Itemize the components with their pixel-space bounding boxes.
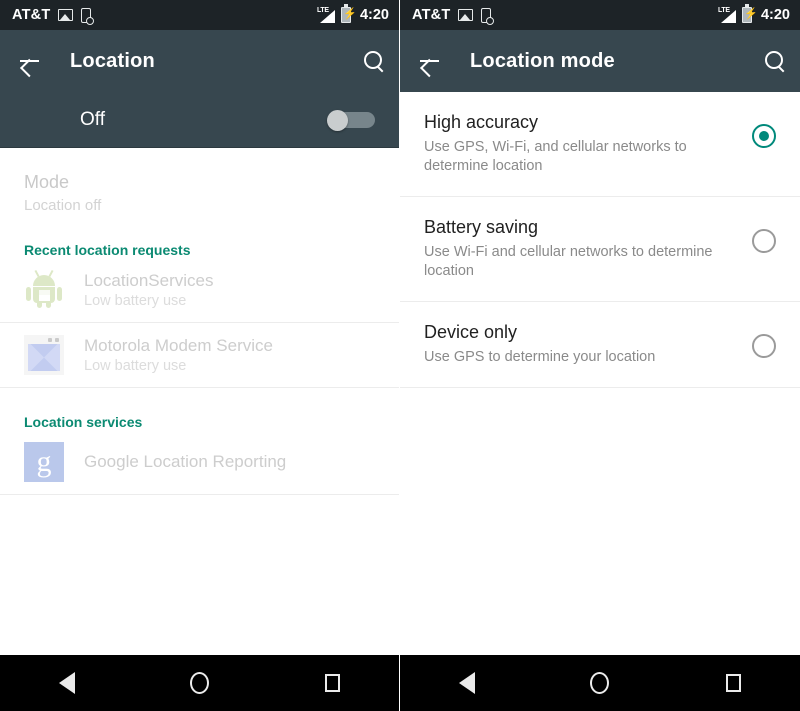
back-arrow-icon[interactable]	[18, 49, 42, 73]
google-icon: g	[24, 442, 64, 482]
photo-icon	[58, 9, 74, 21]
list-item-detail: Low battery use	[84, 358, 187, 374]
right-phone-screen: AT&T LTE ⚡ 4:20 Location mode High accur…	[400, 0, 800, 711]
list-item[interactable]: LocationServices Low battery use	[0, 258, 399, 322]
battery-charging-icon: ⚡	[340, 4, 357, 23]
status-left-icons	[58, 7, 95, 25]
nav-recents-icon[interactable]	[705, 663, 761, 703]
option-title: High accuracy	[424, 112, 539, 132]
photo-icon	[458, 9, 474, 21]
option-title: Battery saving	[424, 217, 539, 237]
left-app-bar: Location	[0, 30, 399, 92]
right-content: High accuracy Use GPS, Wi-Fi, and cellul…	[400, 92, 800, 655]
clock-label: 4:20	[760, 7, 790, 23]
mode-row[interactable]: Mode Location off	[0, 148, 399, 218]
lte-label: LTE	[717, 6, 730, 14]
left-phone-screen: AT&T LTE ⚡ 4:20 Location Off Mode Locati…	[0, 0, 400, 711]
option-subtitle: Use GPS to determine your location	[424, 349, 656, 365]
mode-title: Mode	[24, 172, 70, 192]
nav-back-icon[interactable]	[439, 663, 495, 703]
divider	[400, 387, 800, 388]
location-mode-option-battery-saving[interactable]: Battery saving Use Wi-Fi and cellular ne…	[400, 197, 800, 301]
status-bar: AT&T LTE ⚡ 4:20	[0, 0, 399, 30]
right-navigation-bar	[400, 655, 800, 711]
google-glyph: g	[36, 445, 52, 478]
nav-home-icon[interactable]	[172, 663, 228, 703]
list-item-name: Motorola Modem Service	[84, 336, 273, 355]
divider	[0, 494, 399, 495]
list-item-detail: Low battery use	[84, 293, 187, 309]
lte-signal-icon: LTE	[717, 6, 736, 23]
radio-button-device-only[interactable]	[752, 334, 776, 358]
location-mode-option-device-only[interactable]: Device only Use GPS to determine your lo…	[400, 302, 800, 387]
nav-back-icon[interactable]	[39, 663, 95, 703]
location-mode-option-high-accuracy[interactable]: High accuracy Use GPS, Wi-Fi, and cellul…	[400, 92, 800, 196]
battery-charging-icon: ⚡	[741, 4, 758, 23]
lte-signal-icon: LTE	[316, 6, 335, 23]
left-content: Mode Location off Recent location reques…	[0, 148, 399, 655]
option-subtitle: Use GPS, Wi-Fi, and cellular networks to…	[424, 139, 687, 174]
carrier-label: AT&T	[412, 7, 451, 23]
left-navigation-bar	[0, 655, 399, 711]
right-app-bar: Location mode	[400, 30, 800, 92]
clock-label: 4:20	[359, 7, 389, 23]
status-left-icons	[458, 7, 495, 25]
location-master-switch-row[interactable]: Off	[0, 92, 399, 148]
option-title: Device only	[424, 322, 518, 342]
master-switch-label: Off	[80, 108, 105, 130]
phone-with-badge-icon	[81, 7, 95, 25]
search-icon[interactable]	[764, 50, 786, 72]
list-item-name: Google Location Reporting	[84, 452, 287, 471]
page-title: Location	[70, 49, 155, 72]
phone-with-badge-icon	[481, 7, 495, 25]
recent-location-requests-header: Recent location requests	[24, 242, 191, 258]
carrier-label: AT&T	[12, 7, 51, 23]
list-item[interactable]: Motorola Modem Service Low battery use	[0, 323, 399, 387]
location-services-header: Location services	[24, 414, 143, 430]
status-right-icons: LTE ⚡ 4:20	[717, 4, 790, 23]
list-item-name: LocationServices	[84, 271, 214, 290]
page-title: Location mode	[470, 49, 615, 72]
search-icon[interactable]	[363, 50, 385, 72]
dual-screenshot-container: AT&T LTE ⚡ 4:20 Location Off Mode Locati…	[0, 0, 800, 711]
status-right-icons: LTE ⚡ 4:20	[316, 4, 389, 23]
mode-subtitle: Location off	[24, 197, 102, 214]
back-arrow-icon[interactable]	[418, 49, 442, 73]
motorola-modem-icon	[24, 335, 64, 375]
android-robot-icon	[24, 269, 64, 310]
nav-home-icon[interactable]	[572, 663, 628, 703]
nav-recents-icon[interactable]	[305, 663, 361, 703]
status-bar: AT&T LTE ⚡ 4:20	[400, 0, 800, 30]
toggle-thumb	[327, 109, 348, 131]
location-toggle-switch[interactable]	[327, 109, 375, 131]
list-item[interactable]: g Google Location Reporting	[0, 430, 399, 494]
lte-label: LTE	[316, 6, 329, 14]
radio-button-high-accuracy[interactable]	[752, 124, 776, 148]
radio-button-battery-saving[interactable]	[752, 229, 776, 253]
option-subtitle: Use Wi-Fi and cellular networks to deter…	[424, 244, 713, 279]
